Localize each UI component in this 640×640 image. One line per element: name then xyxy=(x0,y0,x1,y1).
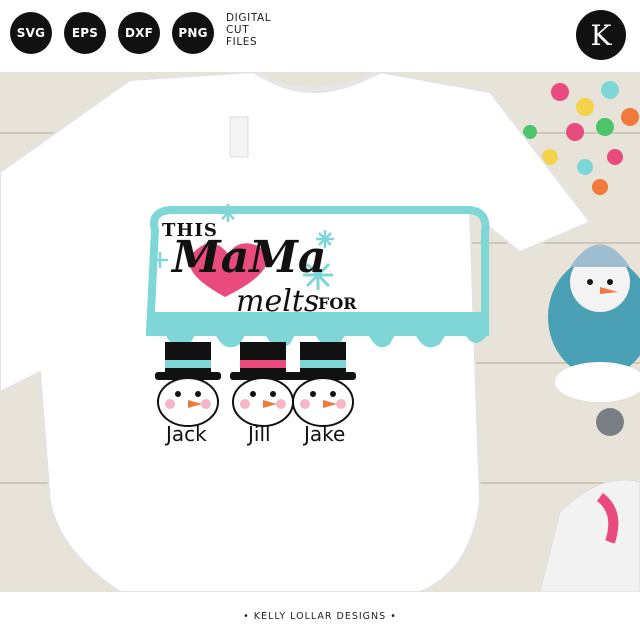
eps-badge: EPS xyxy=(64,12,106,54)
footer-brand: • KELLY LOLLAR DESIGNS • xyxy=(0,592,640,640)
name-jill: Jill xyxy=(248,422,271,446)
png-badge: PNG xyxy=(172,12,214,54)
digital-label-line: DIGITAL xyxy=(226,12,272,24)
name-jack: Jack xyxy=(166,422,207,446)
brand-logo: K xyxy=(576,10,626,60)
digital-label-line: FILES xyxy=(226,36,258,48)
digital-cut-files-label: DIGITAL CUT FILES xyxy=(226,12,271,48)
sneaker-icon xyxy=(539,479,640,592)
design-mama-text: MaMa xyxy=(172,232,327,283)
tshirt-illustration xyxy=(0,72,640,592)
svg-badge: SVG xyxy=(10,12,52,54)
design-melts-text: melts xyxy=(236,284,320,319)
design-for-text: FOR xyxy=(318,294,357,313)
name-jake: Jake xyxy=(304,422,346,446)
dxf-badge: DXF xyxy=(118,12,160,54)
header-bar: SVG EPS DXF PNG DIGITAL CUT FILES K xyxy=(0,0,640,72)
product-photo: THIS MaMa melts FOR Jack Jill Jake xyxy=(0,72,640,592)
digital-label-line: CUT xyxy=(226,24,250,36)
plush-snowman-icon xyxy=(548,244,640,436)
